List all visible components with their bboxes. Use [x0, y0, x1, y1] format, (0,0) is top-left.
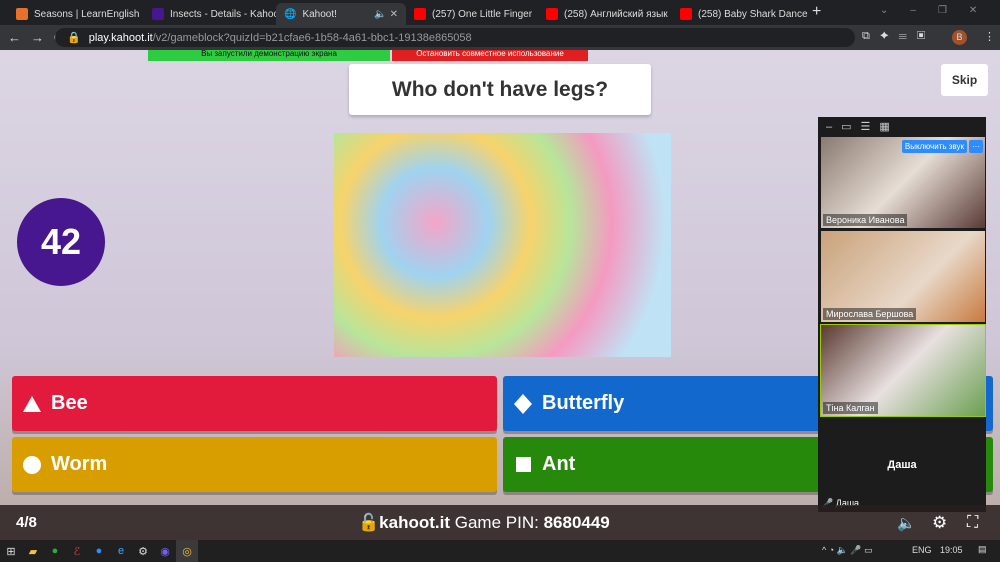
url-field[interactable]: 🔒 play.kahoot.it/v2/gameblock?quizId=b21c…	[55, 28, 855, 47]
url-path: /v2/gameblock?quizId=b21cfae6-1b58-4a61-…	[152, 31, 472, 44]
skip-button[interactable]: Skip	[941, 64, 988, 96]
app-icon[interactable]: ●	[44, 540, 66, 562]
game-pin-info: 🔓kahoot.it Game PIN: 8680449	[358, 513, 610, 533]
tab-title: (258) Английский язык	[564, 8, 668, 20]
lock-icon: 🔓	[358, 512, 380, 532]
file-explorer-icon[interactable]: ▰	[22, 540, 44, 562]
answer-bee[interactable]: Bee	[12, 376, 497, 431]
game-pin: 8680449	[543, 512, 610, 532]
answer-label: Butterfly	[542, 392, 625, 414]
tab[interactable]: (258) Baby Shark Dance✕	[672, 3, 808, 25]
tab[interactable]: (258) Английский язык✕	[538, 3, 672, 25]
site-label: kahoot.it	[379, 512, 451, 532]
settings-icon[interactable]: ⚙	[932, 513, 947, 533]
youtube-icon	[546, 8, 558, 20]
tab-title: Kahoot!	[302, 8, 337, 20]
answer-label: Bee	[51, 392, 88, 414]
participant-name: Вероника Иванова	[823, 214, 908, 226]
kahoot-stage: Вы запустили демонстрацию экрана Останов…	[0, 50, 1000, 540]
menu-icon[interactable]: ⋮	[984, 30, 995, 43]
tab[interactable]: (257) One Little Finger✕	[406, 3, 538, 25]
tab-title: (257) One Little Finger	[432, 8, 533, 20]
kahoot-icon	[152, 8, 164, 20]
start-icon[interactable]: ⊞	[0, 540, 22, 562]
app-icon[interactable]: ℰ	[66, 540, 88, 562]
question-title: Who don't have legs?	[349, 64, 651, 115]
view-mode-icons[interactable]: –▭☰▦	[826, 120, 899, 133]
lock-icon: 🔒	[67, 32, 81, 44]
participant-name: Мирослава Бершова	[823, 308, 917, 320]
audio-close-icon[interactable]: 🔈 ✕	[374, 9, 398, 20]
clock[interactable]: 19:05	[940, 545, 963, 555]
tab-title: Insects - Details - Kahoot	[170, 8, 276, 20]
question-image	[334, 133, 671, 357]
chrome-icon[interactable]: ◎	[176, 540, 198, 562]
settings-app-icon[interactable]: ⚙	[132, 540, 154, 562]
screen-share-status: Вы запустили демонстрацию экрана	[148, 50, 390, 61]
sound-icon[interactable]: 🔈	[897, 514, 916, 532]
window-controls[interactable]: ⌄–❐✕	[880, 5, 999, 16]
address-bar-row: ←→⟳ 🔒 play.kahoot.it/v2/gameblock?quizId=…	[0, 25, 1000, 50]
url-host: play.kahoot.it	[88, 31, 153, 44]
profile-avatar[interactable]: B	[952, 30, 967, 45]
diamond-icon	[514, 393, 532, 414]
fullscreen-icon[interactable]: ⛶	[967, 514, 978, 532]
zoom-video-panel: –▭☰▦ Выключить звук ··· Вероника Иванова…	[818, 117, 986, 512]
zoom-app-icon[interactable]: ●	[88, 540, 110, 562]
answer-label: Worm	[51, 453, 108, 475]
game-footer: 4/8 🔓kahoot.it Game PIN: 8680449 🔈 ⚙ ⛶	[0, 505, 1000, 540]
circle-icon	[23, 455, 41, 474]
globe-icon: 🌐	[284, 8, 297, 20]
tab[interactable]: Insects - Details - Kahoot✕	[144, 3, 276, 25]
participant-video: Мирослава Бершова	[821, 231, 985, 322]
tab-bar: Seasons | LearnEnglish✕ Insects - Detail…	[0, 0, 1000, 25]
notifications-icon[interactable]: ▤	[978, 544, 987, 555]
tab-active[interactable]: 🌐 Kahoot! 🔈 ✕	[276, 3, 406, 25]
youtube-icon	[680, 8, 692, 20]
answer-label: Ant	[542, 453, 576, 475]
triangle-icon	[23, 395, 41, 413]
question-progress: 4/8	[16, 514, 37, 531]
toolbar-icons[interactable]: ⧉✦☰▣	[862, 30, 935, 43]
participant-video: Выключить звук ··· Вероника Иванова	[821, 137, 985, 228]
answer-worm[interactable]: Worm	[12, 437, 497, 492]
viber-icon[interactable]: ◉	[154, 540, 176, 562]
square-icon	[514, 456, 532, 474]
stop-share-button[interactable]: Остановить совместное использование	[392, 50, 588, 61]
language-indicator[interactable]: ENG	[912, 545, 932, 555]
youtube-icon	[414, 8, 426, 20]
mute-participant-button[interactable]: Выключить звук	[901, 140, 967, 153]
participant-name: Тіна Калган	[823, 402, 878, 414]
edge-icon[interactable]: e	[110, 540, 132, 562]
pin-label: Game PIN:	[454, 512, 539, 532]
new-tab-button[interactable]: +	[812, 3, 821, 21]
countdown-timer: 42	[17, 198, 105, 286]
tab-title: (258) Baby Shark Dance	[698, 8, 808, 20]
more-options-button[interactable]: ···	[969, 140, 983, 153]
tray-icons[interactable]: ^ ◔ 🔈 🎤 ▭	[822, 545, 873, 556]
share-status-text: Вы запустили демонстрацию экрана	[201, 50, 337, 58]
participant-video: Тіна Калган	[820, 324, 986, 417]
tab-title: Seasons | LearnEnglish	[34, 8, 140, 20]
tab[interactable]: Seasons | LearnEnglish✕	[8, 3, 144, 25]
self-video-name: Даша	[887, 459, 917, 471]
windows-taskbar: ⊞ ▰ ● ℰ ● e ⚙ ◉ ◎ ^ ◔ 🔈 🎤 ▭ ENG 19:05 ▤	[0, 540, 1000, 562]
learnenglish-icon	[16, 8, 28, 20]
stop-share-label: Остановить совместное использование	[416, 50, 564, 58]
